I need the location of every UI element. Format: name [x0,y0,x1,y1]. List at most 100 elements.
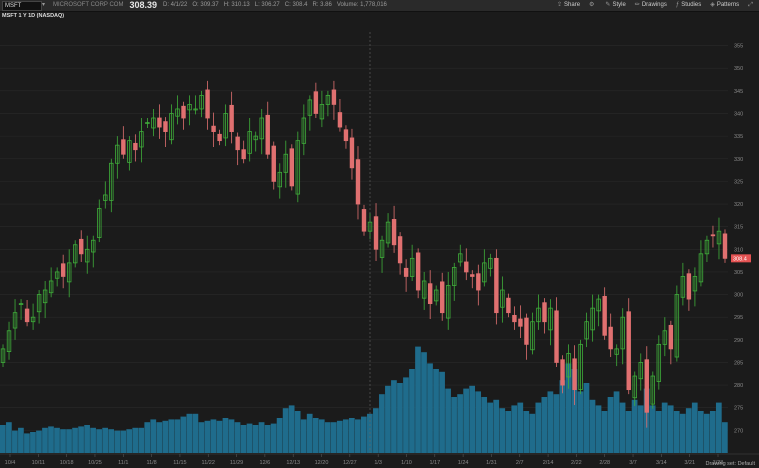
volume-bar [288,405,295,453]
x-tick-label: 11/29 [230,460,243,466]
candle-body [205,89,210,119]
volume-bar [493,399,500,453]
volume-bar [625,411,632,453]
volume-bar [348,418,355,453]
y-tick-label: 320 [734,202,743,208]
volume-bar [589,399,596,453]
y-tick-label: 340 [734,111,743,117]
price-marker-label: 308.4 [733,256,747,262]
volume-bar [475,391,482,453]
volume-bar [96,429,102,453]
x-tick-label: 1/10 [401,460,412,466]
x-tick-label: 1/3 [374,460,382,466]
volume-bar [385,385,391,453]
volume-bar [619,402,626,453]
volume-bar [595,405,602,453]
candle-body [229,104,234,132]
volume-bar [312,418,319,453]
candle-body [121,139,126,155]
volume-bar [703,413,710,453]
candle-body [668,324,674,350]
expand-button[interactable]: ⤢ [748,0,755,11]
chevron-down-icon[interactable]: ▾ [42,0,45,11]
candle-body [518,318,523,327]
volume-bar [415,346,421,453]
drawings-button[interactable]: ✏ Drawings [635,0,667,11]
volume-bar [403,377,409,453]
volume-bar [529,413,536,453]
candle-body [331,89,337,105]
volume-bar [108,429,115,453]
volume-bar [673,411,680,453]
style-button[interactable]: ✎ Style [605,0,625,11]
candle-body [494,257,499,314]
candle-body [572,358,577,391]
candle-body [60,263,66,277]
price-chart[interactable]: 270 275 280 285 290 295 300 305 310 315 320 325 330 3… [0,12,759,468]
last-price: 308.39 [129,0,157,10]
volume-bar [114,430,121,453]
volume-bar [42,427,48,453]
volume-bar [697,411,704,453]
volume-bar [481,397,488,453]
volume-bar [421,352,427,453]
volume-bar [192,413,199,453]
toolbar-actions: ⇪ Share ⚙ ✎ Style ✏ Drawings ƒ Studies ◈ Patt… [557,0,755,11]
volume-bar [709,411,716,453]
volume-bar [721,422,728,453]
y-tick-label: 290 [734,338,743,344]
y-tick-label: 330 [734,157,743,163]
volume-bar [36,430,42,453]
volume-bar [54,427,60,453]
volume-bar [601,411,608,453]
x-tick-label: 1/31 [486,460,497,466]
volume-bar [427,363,433,453]
y-tick-label: 325 [734,179,743,185]
volume-bar [661,402,668,453]
volume-bar [373,408,379,453]
volume-bar [168,419,175,453]
volume-bar [84,425,90,453]
volume-bar [511,405,518,453]
candle-body [506,297,511,314]
candle-body [397,236,403,264]
style-label: Style [612,2,626,8]
share-icon: ⇪ [556,2,563,8]
patterns-button[interactable]: ◈ Patterns [710,0,739,11]
expand-icon: ⤢ [748,2,753,8]
volume-bar [72,427,78,453]
x-tick-label: 10/25 [88,460,102,466]
volume-bar [186,413,193,453]
volume-bar [228,419,235,453]
volume-bar [397,383,403,453]
x-tick-label: 1/17 [429,460,440,466]
volume-bar [300,419,307,453]
volume-bar [469,385,476,453]
studies-button[interactable]: ƒ Studies [676,0,701,11]
volume-bar [517,402,524,453]
candle-body [265,114,270,155]
share-button[interactable]: ⇪ Share [557,0,580,11]
quote-high: H: 310.13 [223,2,250,8]
volume-bar [631,399,638,453]
x-tick-label: 11/15 [173,460,186,466]
volume-bar [264,425,271,453]
symbol-input[interactable]: MSFT [2,0,42,11]
y-tick-label: 350 [734,66,743,72]
candle-body [476,273,481,291]
volume-bar [60,429,66,453]
volume-bar [180,416,187,453]
volume-bar [66,429,72,453]
candle-body [157,117,162,128]
x-tick-label: 12/6 [260,460,271,466]
y-tick-label: 270 [734,428,743,434]
settings-button[interactable]: ⚙ [589,0,596,11]
candle-body [241,149,246,160]
quote-range: R: 3.86 [312,2,332,8]
volume-bar [210,419,217,453]
quote-date: D: 4/1/22 [163,2,188,8]
volume-bar [222,418,229,453]
volume-bar [48,426,54,453]
candle-body [133,142,138,151]
patterns-label: Patterns [716,2,740,8]
